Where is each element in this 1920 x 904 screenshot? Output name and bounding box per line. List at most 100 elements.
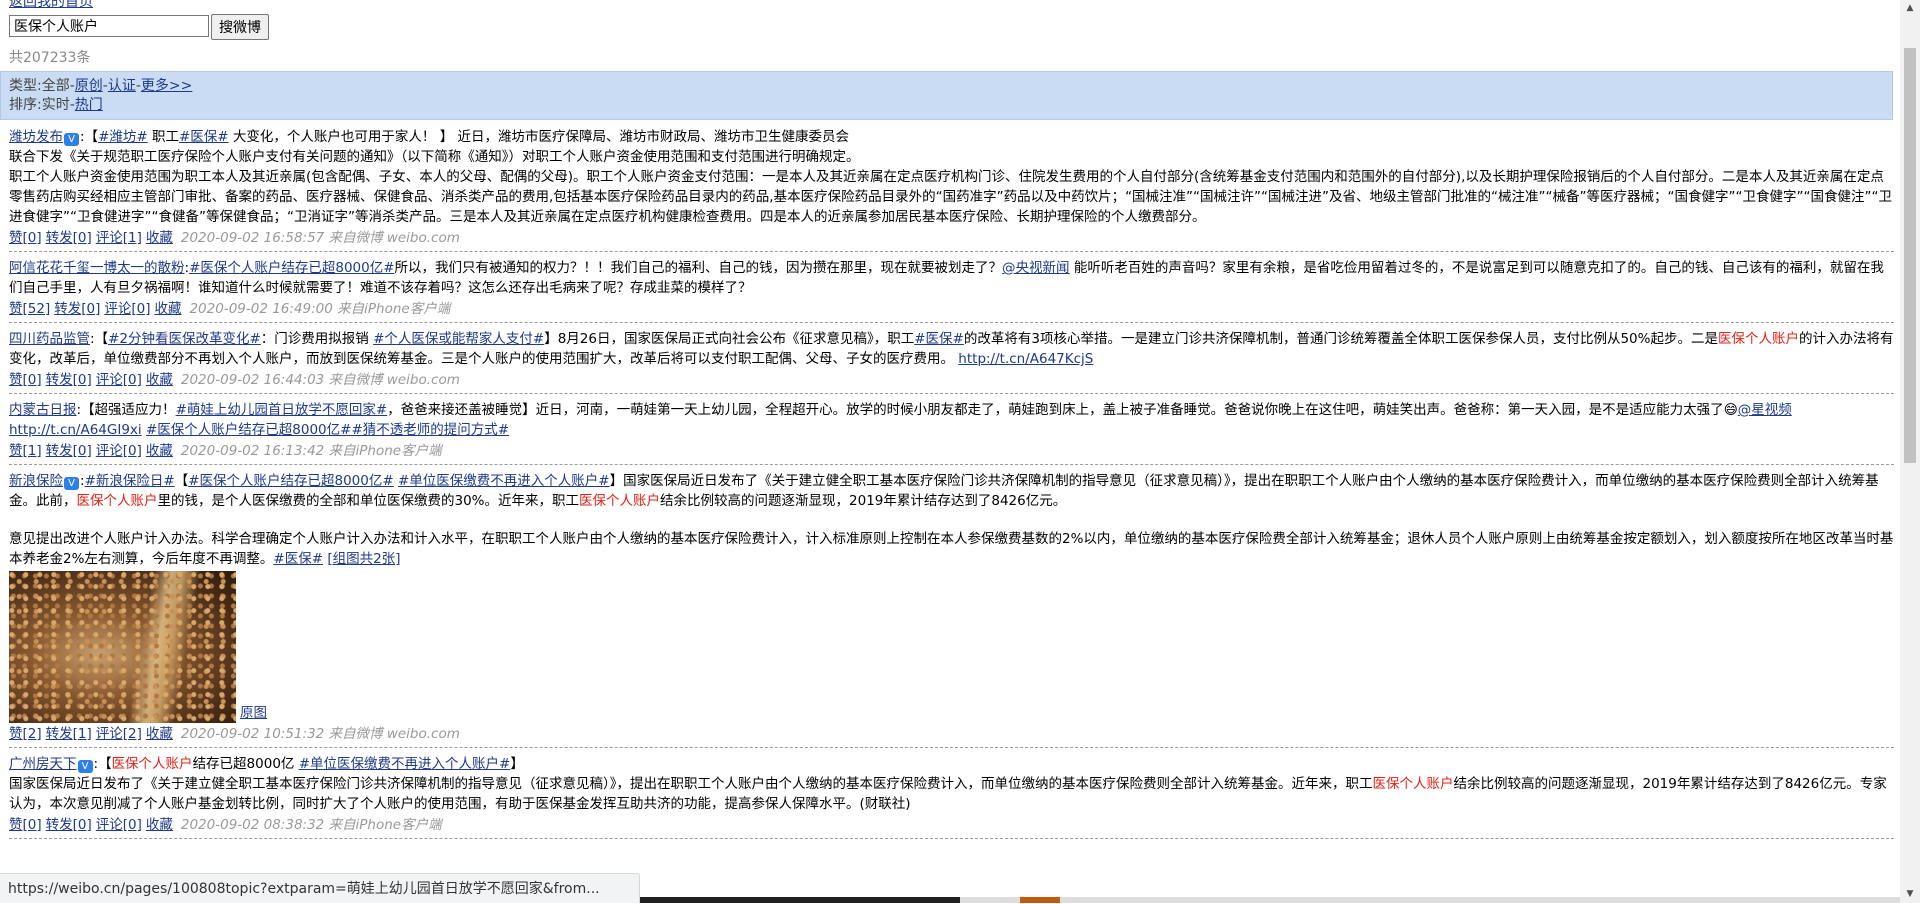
repost-link[interactable]: 转发[0] [46,372,92,388]
comment-link[interactable]: 评论[0] [96,817,142,833]
mention-link[interactable]: @央视新闻 [1002,260,1070,276]
favorite-link[interactable]: 收藏 [146,726,173,742]
post-body: 新浪保险 V:#新浪保险日#【#医保个人账户结存已超8000亿# #单位医保缴费不… [9,473,1894,723]
verified-icon: V [64,133,79,146]
post: 潍坊发布 V:【#潍坊# 职工#医保# 大变化，个人账户也可用于家人！ 】 近日，… [9,125,1894,252]
topic-link[interactable]: #新浪保险日# [85,473,175,489]
topic-link[interactable]: #医保# [914,331,964,347]
favorite-link[interactable]: 收藏 [154,301,181,317]
type-filter-row: 类型:全部-原创-认证-更多>> [9,78,193,94]
page: 返回我的首页 搜微博 共207233条 类型:全部-原创-认证-更多>> 排序:… [0,0,1900,903]
topic-link[interactable]: #单位医保缴费不再进入个人账户# [299,756,511,772]
favorite-link[interactable]: 收藏 [146,230,173,246]
like-link[interactable]: 赞[52] [9,301,50,317]
post-time: 2020-09-02 16:13:42 来自iPhone客户端 [180,443,442,459]
post-author[interactable]: 广州房天下 [9,756,77,772]
result-count: 共207233条 [9,50,91,66]
comment-link[interactable]: 评论[0] [96,372,142,388]
post: 新浪保险 V:#新浪保险日#【#医保个人账户结存已超8000亿# #单位医保缴费不… [9,469,1894,748]
post-author[interactable]: 潍坊发布 [9,129,63,145]
post: 内蒙古日报:【超强适应力！#萌娃上幼儿园首日放学不愿回家#，爸爸来接还盖被睡觉】… [9,398,1894,465]
keyword-highlight: 医保个人账户 [76,493,158,509]
type-original-link[interactable]: 原创 [75,78,103,94]
sort-label: 排序: [9,97,42,113]
post-body: 内蒙古日报:【超强适应力！#萌娃上幼儿园首日放学不愿回家#，爸爸来接还盖被睡觉】… [9,402,1792,438]
repost-link[interactable]: 转发[0] [46,817,92,833]
post-author[interactable]: 新浪保险 [9,473,63,489]
topic-link[interactable]: #医保个人账户结存已超8000亿# [146,422,351,438]
post: 四川药品监管:【#2分钟看医保改革变化#：门诊费用拟报销 #个人医保或能帮家人支… [9,327,1894,394]
comment-link[interactable]: 评论[1] [96,230,142,246]
grin-emoji-icon: 😄 [1723,402,1738,418]
favorite-link[interactable]: 收藏 [146,443,173,459]
repost-link[interactable]: 转发[0] [54,301,100,317]
comment-link[interactable]: 评论[0] [104,301,150,317]
post-body: 潍坊发布 V:【#潍坊# 职工#医保# 大变化，个人账户也可用于家人！ 】 近日，… [9,129,1892,225]
favorite-link[interactable]: 收藏 [146,817,173,833]
post-actions: 赞[2] 转发[1] 评论[2] 收藏 2020-09-02 10:51:32 来自微博… [9,724,1894,744]
post-author[interactable]: 阿信花花千玺一博太一的散粉 [9,260,185,276]
topic-link[interactable]: #医保个人账户结存已超8000亿# [189,260,394,276]
repost-link[interactable]: 转发[1] [46,726,92,742]
type-verified-link[interactable]: 认证 [108,78,136,94]
like-link[interactable]: 赞[0] [9,372,42,388]
like-link[interactable]: 赞[1] [9,443,42,459]
post-thumbnail-image[interactable] [9,571,236,723]
topic-link[interactable]: #猜不透老师的提问方式# [351,422,509,438]
topic-link[interactable]: #医保个人账户结存已超8000亿# [188,473,393,489]
scroll-up-icon[interactable]: ▲ [1900,0,1920,17]
type-all: 全部 [41,78,70,94]
post-actions: 赞[0] 转发[0] 评论[1] 收藏 2020-09-02 16:58:57 来自微博… [9,228,1894,248]
original-image-link[interactable]: 原图 [240,705,267,721]
short-url-link[interactable]: http://t.cn/A64GI9xi [9,422,142,438]
filter-bar: 类型:全部-原创-认证-更多>> 排序:实时-热门 [0,71,1893,120]
post-media: 原图 [9,569,1894,723]
verified-icon: V [64,477,79,490]
keyword-highlight: 医保个人账户 [579,493,661,509]
topic-link[interactable]: #医保# [273,551,323,567]
repost-link[interactable]: 转发[0] [46,230,92,246]
post-actions: 赞[1] 转发[0] 评论[0] 收藏 2020-09-02 16:13:42 来自iP… [9,441,1894,461]
mention-link[interactable]: @星视频 [1738,402,1792,418]
feed: 潍坊发布 V:【#潍坊# 职工#医保# 大变化，个人账户也可用于家人！ 】 近日，… [9,125,1894,843]
topic-link[interactable]: #个人医保或能帮家人支付# [373,331,544,347]
keyword-highlight: 医保个人账户 [1717,331,1799,347]
like-link[interactable]: 赞[2] [9,726,42,742]
search-input[interactable] [9,15,209,37]
post-time: 2020-09-02 16:58:57 来自微博 weibo.com [180,230,460,246]
post-author[interactable]: 内蒙古日报 [9,402,77,418]
keyword-highlight: 医保个人账户 [111,756,193,772]
post-actions: 赞[52] 转发[0] 评论[0] 收藏 2020-09-02 16:49:00 来自i… [9,299,1894,319]
favorite-link[interactable]: 收藏 [146,372,173,388]
topic-link[interactable]: #潍坊# [98,129,148,145]
post-body: 广州房天下 V:【医保个人账户结存已超8000亿 #单位医保缴费不再进入个人账户#… [9,756,1887,812]
like-link[interactable]: 赞[0] [9,817,42,833]
like-link[interactable]: 赞[0] [9,230,42,246]
type-more-link[interactable]: 更多>> [141,78,192,94]
repost-link[interactable]: 转发[0] [46,443,92,459]
topic-link[interactable]: #2分钟看医保改革变化# [108,331,261,347]
post-time: 2020-09-02 10:51:32 来自微博 weibo.com [180,726,460,742]
topic-link[interactable]: #萌娃上幼儿园首日放学不愿回家# [176,402,388,418]
sort-hot-link[interactable]: 热门 [75,97,103,113]
post-body: 阿信花花千玺一博太一的散粉:#医保个人账户结存已超8000亿#所以，我们只有被通… [9,260,1884,296]
topic-link[interactable]: #单位医保缴费不再进入个人账户# [398,473,610,489]
sort-realtime: 实时 [41,97,70,113]
post: 阿信花花千玺一博太一的散粉:#医保个人账户结存已超8000亿#所以，我们只有被通… [9,256,1894,323]
comment-link[interactable]: 评论[0] [96,443,142,459]
back-home-link[interactable]: 返回我的首页 [9,0,93,11]
type-label: 类型: [9,78,42,94]
photo-group-link[interactable]: [组图共2张] [327,551,400,567]
post-body: 四川药品监管:【#2分钟看医保改革变化#：门诊费用拟报销 #个人医保或能帮家人支… [9,331,1894,367]
vertical-scrollbar[interactable]: ▲ ▼ [1900,0,1920,903]
short-url-link[interactable]: http://t.cn/A647KcjS [958,351,1093,367]
scrollbar-thumb[interactable] [1904,48,1916,463]
comment-link[interactable]: 评论[2] [96,726,142,742]
scroll-down-icon[interactable]: ▼ [1900,886,1920,903]
search-button[interactable]: 搜微博 [211,14,269,40]
topic-link[interactable]: #医保# [179,129,229,145]
link-status-bar: https://weibo.cn/pages/100808topic?extpa… [0,873,640,903]
post-time: 2020-09-02 08:38:32 来自iPhone客户端 [180,817,442,833]
keyword-highlight: 医保个人账户 [1372,776,1454,792]
post-author[interactable]: 四川药品监管 [9,331,90,347]
